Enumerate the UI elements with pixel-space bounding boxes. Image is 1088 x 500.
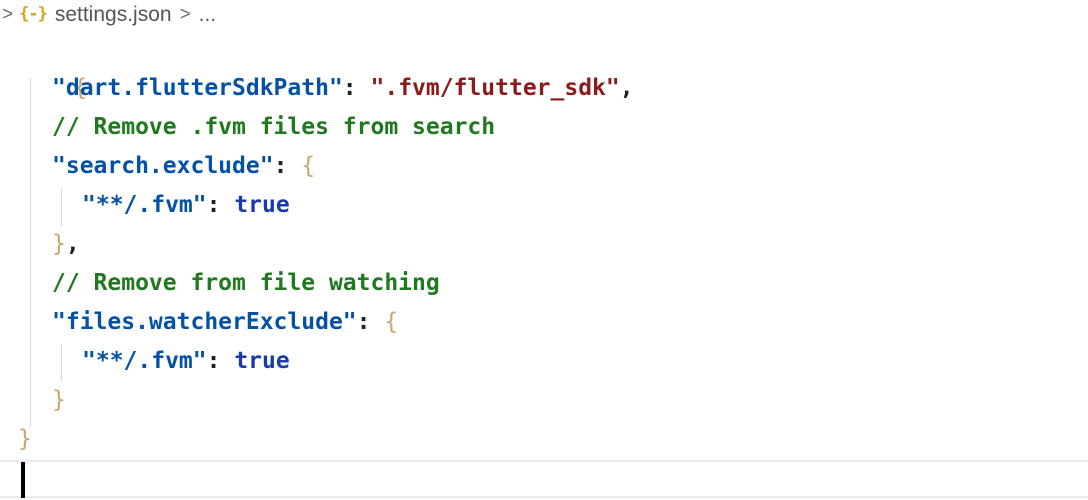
json-string-value: ".fvm/flutter_sdk" (370, 75, 620, 101)
code-line: "**/.fvm": true (82, 342, 290, 381)
json-key: "search.exclude" (52, 153, 274, 179)
indent-guide (61, 188, 62, 226)
code-line: "search.exclude": { (52, 147, 315, 186)
code-line: // Remove .fvm files from search (52, 108, 495, 147)
code-line: // Remove from file watching (52, 264, 440, 303)
json-boolean-value: true (234, 348, 290, 374)
json-file-icon: {-} (19, 4, 48, 24)
colon: : (206, 348, 235, 374)
close-brace: } (52, 387, 66, 413)
text-cursor (21, 462, 25, 498)
json-key: "**/.fvm" (82, 348, 207, 374)
code-line: }, (52, 225, 80, 264)
json-key: "**/.fvm" (82, 192, 207, 218)
json-boolean-value: true (234, 192, 290, 218)
code-line: } (52, 381, 66, 420)
breadcrumb: > {-} settings.json > ... (0, 0, 216, 30)
colon: : (356, 309, 385, 335)
chevron-right-icon: > (179, 4, 191, 25)
code-line: } (18, 420, 32, 459)
comma: , (65, 231, 80, 257)
open-brace: { (301, 153, 316, 179)
json-key: "dart.flutterSdkPath" (52, 75, 343, 101)
code-editor[interactable]: { "dart.flutterSdkPath": ".fvm/flutter_s… (0, 30, 1088, 500)
close-brace: } (52, 231, 66, 257)
code-line: "files.watcherExclude": { (52, 303, 398, 342)
code-line: { (18, 30, 87, 101)
code-line: "**/.fvm": true (82, 186, 290, 225)
colon: : (273, 153, 302, 179)
open-brace: { (384, 309, 399, 335)
indent-guide (61, 344, 62, 382)
code-comment: // Remove .fvm files from search (52, 114, 496, 140)
close-brace: } (18, 426, 32, 452)
breadcrumb-file-settings[interactable]: settings.json (55, 3, 172, 27)
colon: : (342, 75, 371, 101)
current-line-highlight[interactable] (0, 460, 1088, 498)
code-comment: // Remove from file watching (52, 270, 440, 296)
code-line: "dart.flutterSdkPath": ".fvm/flutter_sdk… (52, 69, 634, 108)
breadcrumb-more[interactable]: ... (199, 3, 217, 27)
chevron-right-icon[interactable]: > (2, 4, 13, 26)
colon: : (206, 192, 235, 218)
json-key: "files.watcherExclude" (52, 309, 357, 335)
comma: , (619, 75, 634, 101)
